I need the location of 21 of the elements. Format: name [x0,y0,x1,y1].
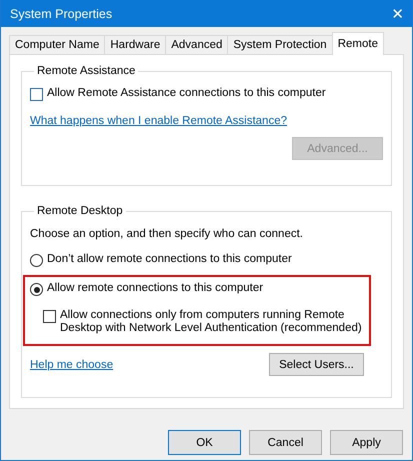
checkbox-label: Allow Remote Assistance connections to this computer [47,87,326,99]
dialog-button[interactable]: OK [168,430,241,455]
radio-button[interactable] [30,283,43,296]
window-title: System Properties [10,6,112,20]
tab[interactable]: Computer Name [9,35,106,54]
dialog-button[interactable]: Cancel [249,430,322,455]
group-title: Remote Desktop [36,205,124,217]
select-users-button[interactable]: Select Users... [269,353,364,376]
help-link[interactable]: What happens when I enable Remote Assistance? [30,115,383,127]
checkbox[interactable] [43,310,56,323]
checkbox-label: Allow connections only from computers running Remote Desktop with Network Level Authentication (recommended) [60,309,363,335]
checkbox[interactable] [30,88,43,101]
tab[interactable]: Remote [332,32,384,55]
radio-button[interactable] [30,254,43,267]
option-label: Allow remote connections to this computer [47,282,264,294]
option-label: Don’t allow remote connections to this computer [47,253,292,265]
help-link[interactable]: Help me choose [30,358,114,370]
dialog-button[interactable]: Apply [330,430,403,455]
close-button[interactable]: ✕ [391,4,404,22]
group-title: Remote Assistance [36,65,136,77]
instruction-text: Choose an option, and then specify who can connect. [30,228,304,240]
